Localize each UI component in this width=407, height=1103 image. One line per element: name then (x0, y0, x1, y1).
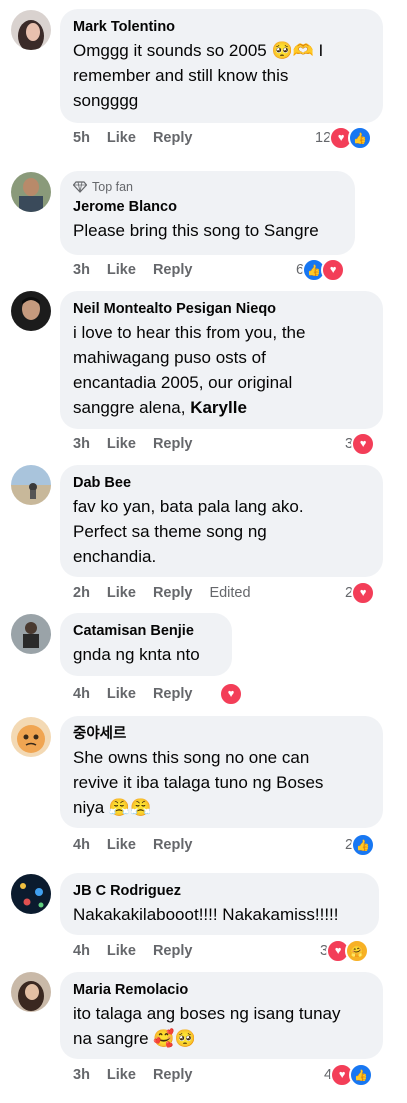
author-name[interactable]: Dab Bee (73, 474, 369, 492)
timestamp[interactable]: 3h (73, 262, 90, 278)
comment-bubble: Mark Tolentino Omggg it sounds so 2005 🥺… (60, 9, 383, 123)
comment-actions: 4h Like Reply (73, 686, 209, 702)
comment-bubble: Dab Bee fav ko yan, bata pala lang ako. … (60, 465, 383, 577)
timestamp[interactable]: 2h (73, 585, 90, 601)
avatar[interactable] (11, 972, 51, 1012)
like-button[interactable]: Like (107, 837, 136, 853)
comment-actions: 4h Like Reply (73, 943, 209, 959)
reply-button[interactable]: Reply (153, 436, 193, 452)
reaction-summary[interactable]: 2 ♥ (345, 581, 376, 605)
comment-text: She owns this song no one can revive it … (73, 748, 324, 817)
reaction-summary[interactable]: ♥ (219, 682, 243, 706)
like-button[interactable]: Like (107, 130, 136, 146)
thumbs-up-icon: 👍 (348, 126, 373, 150)
comment-bubble: Catamisan Benjie gnda ng knta nto (60, 613, 232, 676)
comment-text: i love to hear this from you, the mahiwa… (73, 323, 306, 417)
comment-bubble: 중야세르 She owns this song no one can reviv… (60, 716, 383, 828)
reply-button[interactable]: Reply (153, 943, 193, 959)
comment-text: Omggg it sounds so 2005 🥺🫶 I remember an… (73, 41, 324, 110)
reply-button[interactable]: Reply (153, 262, 193, 278)
author-name[interactable]: Catamisan Benjie (73, 622, 218, 640)
comment-actions: 3h Like Reply (73, 1067, 209, 1083)
reaction-summary[interactable]: 12 ♥ 👍 (315, 126, 373, 150)
reaction-summary[interactable]: 4 ♥ 👍 (324, 1063, 374, 1087)
comment-text: fav ko yan, bata pala lang ako. Perfect … (73, 497, 304, 566)
avatar[interactable] (11, 874, 51, 914)
author-name[interactable]: 중야세르 (73, 725, 369, 743)
author-name[interactable]: JB C Rodriguez (73, 882, 365, 900)
diamond-icon (73, 181, 87, 193)
author-name[interactable]: Neil Montealto Pesigan Nieqo (73, 300, 369, 318)
timestamp[interactable]: 3h (73, 436, 90, 452)
comment-actions: 3h Like Reply (73, 436, 209, 452)
reply-button[interactable]: Reply (153, 686, 193, 702)
author-name[interactable]: Maria Remolacio (73, 981, 369, 999)
reply-button[interactable]: Reply (153, 585, 193, 601)
comment-text: ito talaga ang boses ng isang tunay na s… (73, 1004, 341, 1048)
heart-icon: ♥ (321, 258, 346, 282)
timestamp[interactable]: 3h (73, 1067, 90, 1083)
comment-bubble: Top fan Jerome Blanco Please bring this … (60, 171, 355, 255)
author-name[interactable]: Mark Tolentino (73, 18, 369, 36)
reaction-summary[interactable]: 2 👍 (345, 833, 376, 857)
avatar[interactable] (11, 465, 51, 505)
comment-bubble: JB C Rodriguez Nakakakilabooot!!!! Nakak… (60, 873, 379, 935)
reaction-summary[interactable]: 6 👍 ♥ (296, 258, 346, 282)
like-button[interactable]: Like (107, 436, 136, 452)
like-button[interactable]: Like (107, 686, 136, 702)
like-button[interactable]: Like (107, 262, 136, 278)
comment-text: Please bring this song to Sangre (73, 221, 319, 240)
like-button[interactable]: Like (107, 943, 136, 959)
reaction-summary[interactable]: 3 ♥ 🤗 (320, 939, 370, 963)
thumbs-up-icon: 👍 (349, 1063, 374, 1087)
comment-actions: 2h Like Reply Edited (73, 585, 268, 601)
timestamp[interactable]: 4h (73, 943, 90, 959)
top-fan-badge: Top fan (73, 179, 341, 195)
like-button[interactable]: Like (107, 585, 136, 601)
comment-actions: 4h Like Reply (73, 837, 209, 853)
timestamp[interactable]: 4h (73, 686, 90, 702)
comment-actions: 3h Like Reply (73, 262, 209, 278)
heart-icon: ♥ (351, 581, 376, 605)
comment-text: gnda ng knta nto (73, 645, 200, 664)
comment-bubble: Neil Montealto Pesigan Nieqo i love to h… (60, 291, 383, 429)
comment-text: Nakakakilabooot!!!! Nakakamiss!!!!! (73, 905, 339, 924)
timestamp[interactable]: 5h (73, 130, 90, 146)
timestamp[interactable]: 4h (73, 837, 90, 853)
thumbs-up-icon: 👍 (351, 833, 376, 857)
heart-icon: ♥ (219, 682, 243, 706)
avatar[interactable] (11, 717, 51, 757)
avatar[interactable] (11, 10, 51, 50)
reply-button[interactable]: Reply (153, 1067, 193, 1083)
comment-actions: 5h Like Reply (73, 130, 209, 146)
heart-icon: ♥ (351, 432, 376, 456)
reaction-summary[interactable]: 3 ♥ (345, 432, 376, 456)
author-name[interactable]: Jerome Blanco (73, 198, 341, 216)
avatar[interactable] (11, 614, 51, 654)
edited-label[interactable]: Edited (209, 585, 250, 601)
avatar[interactable] (11, 172, 51, 212)
reply-button[interactable]: Reply (153, 837, 193, 853)
reply-button[interactable]: Reply (153, 130, 193, 146)
comment-bubble: Maria Remolacio ito talaga ang boses ng … (60, 972, 383, 1059)
like-button[interactable]: Like (107, 1067, 136, 1083)
avatar[interactable] (11, 291, 51, 331)
mention-link[interactable]: Karylle (190, 398, 247, 417)
care-icon: 🤗 (345, 939, 370, 963)
